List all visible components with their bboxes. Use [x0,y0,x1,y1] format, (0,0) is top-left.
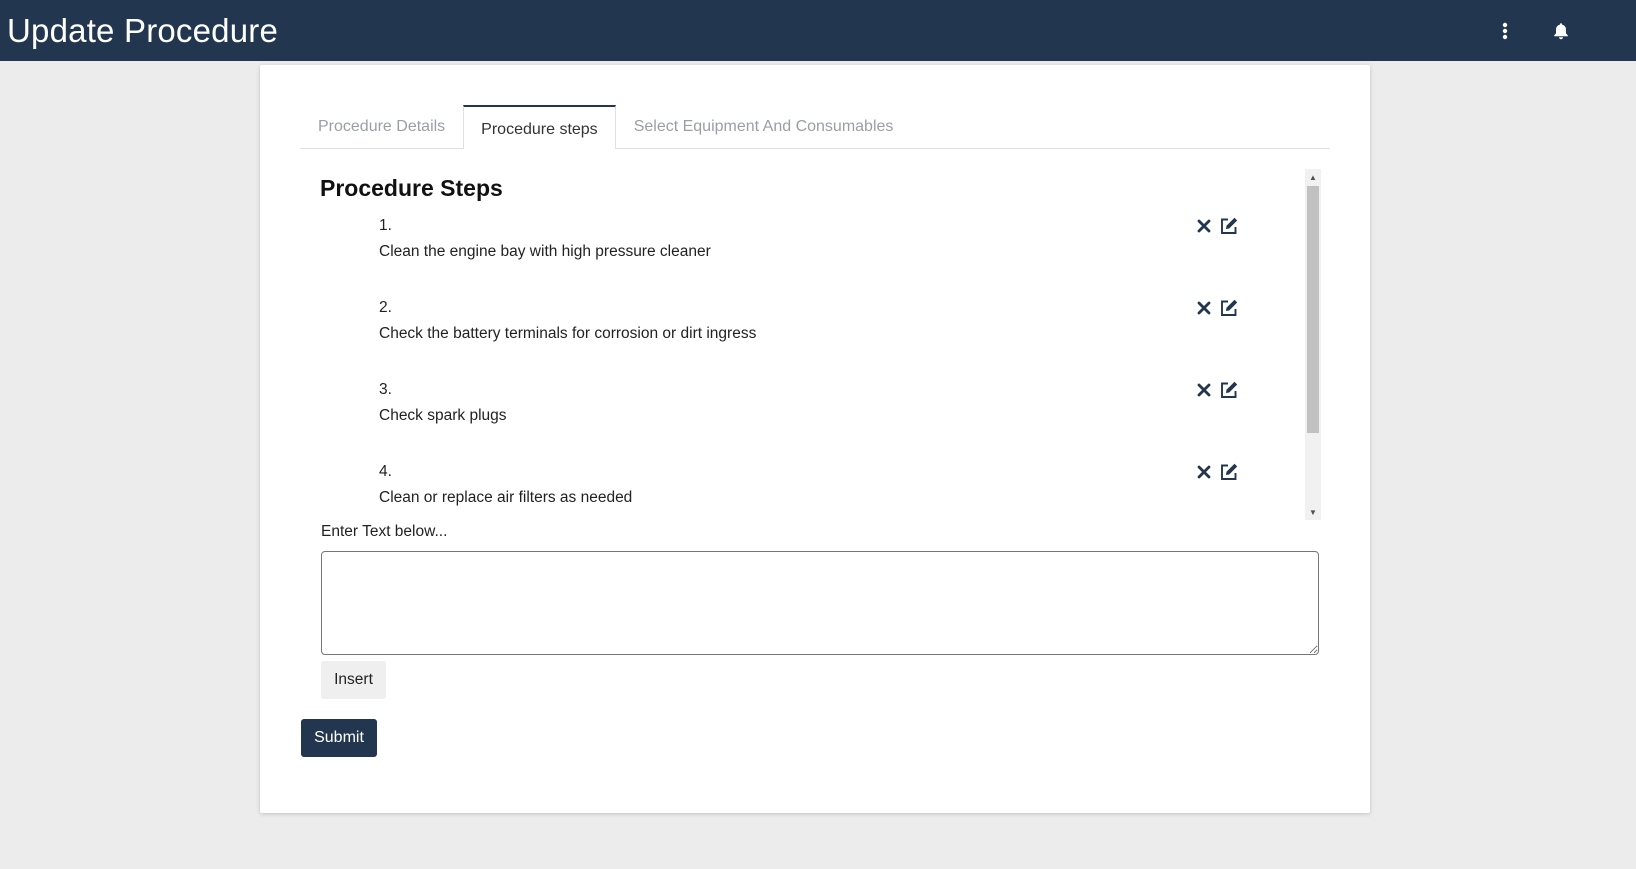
step-text: Check the battery terminals for corrosio… [379,325,757,342]
edit-icon[interactable] [1219,216,1239,236]
tab-bar: Procedure Details Procedure steps Select… [300,104,1330,149]
notifications-button[interactable] [1533,11,1589,51]
close-icon[interactable] [1195,463,1213,481]
step-text: Clean the engine bay with high pressure … [379,243,711,260]
list-item: 2. Check the battery terminals for corro… [379,299,1259,359]
header-actions [1477,11,1589,51]
scrollbar-thumb[interactable] [1307,186,1319,433]
scroll-down-icon[interactable]: ▼ [1305,504,1321,520]
more-options-button[interactable] [1477,11,1533,51]
list-item: 1. Clean the engine bay with high pressu… [379,217,1259,277]
submit-button[interactable]: Submit [301,719,377,757]
list-item: 3. Check spark plugs [379,381,1259,441]
edit-icon[interactable] [1219,462,1239,482]
step-number: 3. [379,381,392,398]
bell-icon [1554,22,1568,39]
page-title: Update Procedure [7,11,279,49]
steps-list-panel[interactable]: Procedure Steps 1. Clean the engine bay … [320,169,1321,520]
edit-icon[interactable] [1219,380,1239,400]
step-number: 4. [379,463,392,480]
step-text: Clean or replace air filters as needed [379,489,633,506]
app-header: Update Procedure [0,0,1636,61]
edit-icon[interactable] [1219,298,1239,318]
close-icon[interactable] [1195,299,1213,317]
step-text-input[interactable] [321,551,1319,655]
step-number: 1. [379,217,392,234]
close-icon[interactable] [1195,381,1213,399]
insert-button[interactable]: Insert [321,661,386,699]
step-number: 2. [379,299,392,316]
step-text: Check spark plugs [379,407,507,424]
tab-select-equipment[interactable]: Select Equipment And Consumables [616,104,912,149]
steps-heading: Procedure Steps [320,175,503,201]
steps-scrollbar[interactable]: ▲ ▼ [1305,169,1321,520]
tab-procedure-details[interactable]: Procedure Details [300,104,463,149]
list-item: 4. Clean or replace air filters as neede… [379,463,1259,520]
procedure-card: Procedure Details Procedure steps Select… [260,65,1370,813]
scroll-up-icon[interactable]: ▲ [1305,169,1321,185]
enter-text-label: Enter Text below... [321,523,448,540]
vertical-dots-icon [1502,22,1508,39]
tab-procedure-steps[interactable]: Procedure steps [463,105,616,149]
close-icon[interactable] [1195,217,1213,235]
